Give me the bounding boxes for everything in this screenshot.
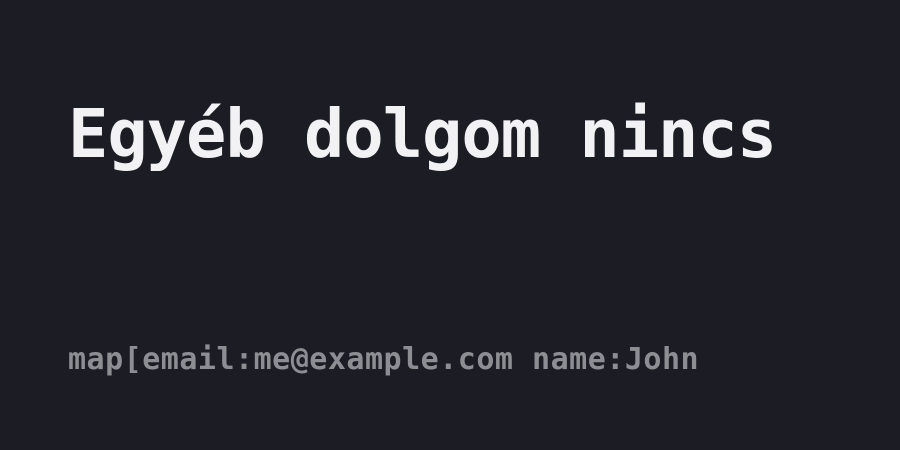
card-subtitle: map[email:me@example.com name:John — [68, 342, 700, 377]
card-title: Egyéb dolgom nincs — [68, 95, 777, 173]
preview-card: Egyéb dolgom nincs map[email:me@example.… — [0, 0, 900, 450]
